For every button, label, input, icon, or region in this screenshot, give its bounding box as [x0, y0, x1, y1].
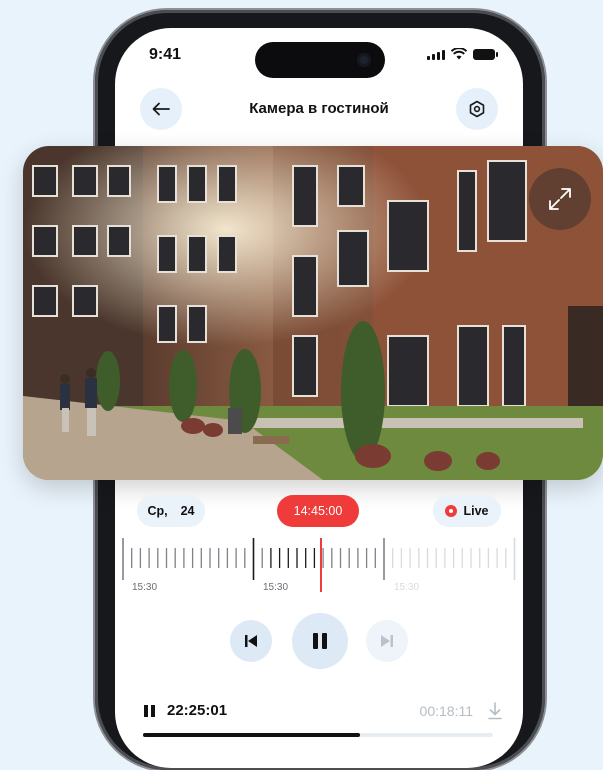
recording-time: 22:25:01: [167, 702, 228, 719]
pause-icon: [313, 633, 327, 649]
recording-progress-fill: [143, 733, 360, 737]
camera-frame-image: [23, 146, 603, 480]
skip-next-icon: [381, 635, 393, 647]
date-number: 24: [180, 504, 195, 518]
signal-icon: [427, 50, 445, 60]
settings-hex-icon: [469, 100, 485, 118]
front-camera: [357, 53, 371, 67]
recording-progress-bar[interactable]: [143, 733, 493, 737]
timeline-label: 15:30: [394, 582, 420, 593]
download-icon[interactable]: [487, 702, 503, 720]
timeline-ticks: [122, 538, 516, 580]
skip-previous-icon: [245, 635, 257, 647]
recording-duration: 00:18:11: [419, 703, 473, 719]
recording-row: 22:25:01 00:18:11: [143, 702, 503, 722]
camera-settings-button[interactable]: [456, 88, 498, 130]
status-time: 9:41: [149, 46, 182, 63]
live-label: Live: [463, 504, 489, 518]
top-navbar: Камера в гостиной: [115, 88, 523, 132]
date-day: Ср,: [147, 504, 168, 518]
current-time-badge[interactable]: 14:45:00: [277, 495, 359, 527]
timeline-playhead[interactable]: [320, 538, 322, 592]
timeline-label: 15:30: [132, 582, 158, 593]
pause-button[interactable]: [292, 613, 348, 669]
live-button[interactable]: Live: [433, 495, 501, 527]
live-dot-icon: [445, 505, 458, 517]
dynamic-island: [255, 42, 385, 78]
player-controls: Ср, 24 14:45:00 Live 15:30 15:30 15:30 2…: [115, 480, 523, 740]
skip-next-button[interactable]: [366, 620, 408, 662]
battery-icon: [473, 49, 498, 60]
date-selector[interactable]: Ср, 24: [137, 495, 205, 527]
timeline-scrubber[interactable]: 15:30 15:30 15:30: [115, 538, 523, 598]
recording-pause-icon: [144, 705, 155, 717]
expand-icon: [549, 188, 571, 210]
fullscreen-button[interactable]: [529, 168, 591, 230]
skip-previous-button[interactable]: [230, 620, 272, 662]
wifi-icon: [451, 48, 467, 60]
camera-video-feed[interactable]: [23, 146, 603, 480]
timeline-label: 15:30: [263, 582, 289, 593]
status-icons: [427, 48, 498, 60]
